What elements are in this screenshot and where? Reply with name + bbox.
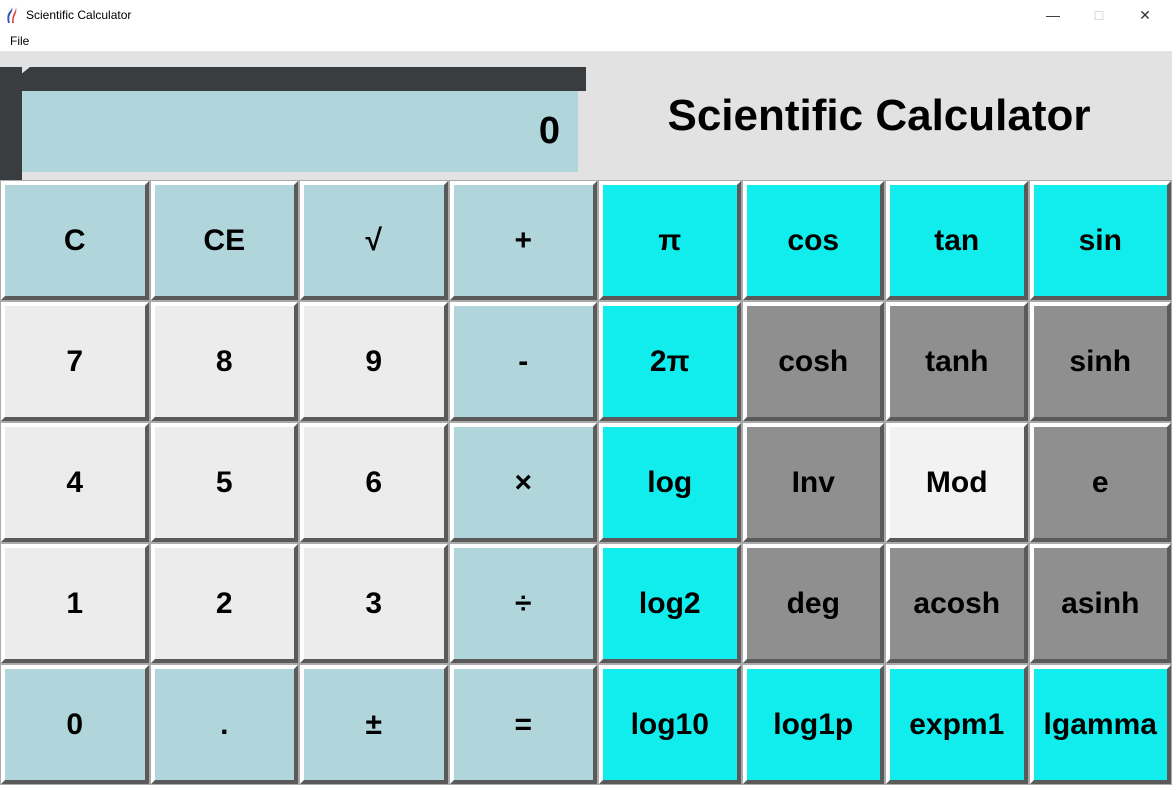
digit-0-button[interactable]: 0	[1, 665, 149, 784]
deg-button[interactable]: deg	[743, 544, 885, 663]
tanh-button[interactable]: tanh	[886, 302, 1028, 421]
expm1-button[interactable]: expm1	[886, 665, 1028, 784]
mod-button[interactable]: Mod	[886, 423, 1028, 542]
log-button[interactable]: log	[599, 423, 741, 542]
display-frame: 0	[0, 52, 586, 180]
asinh-button[interactable]: asinh	[1030, 544, 1172, 663]
digit-7-button[interactable]: 7	[1, 302, 149, 421]
two-pi-button[interactable]: 2π	[599, 302, 741, 421]
digit-5-button[interactable]: 5	[151, 423, 299, 542]
log2-button[interactable]: log2	[599, 544, 741, 663]
tan-button[interactable]: tan	[886, 181, 1028, 300]
cos-button[interactable]: cos	[743, 181, 885, 300]
log1p-button[interactable]: log1p	[743, 665, 885, 784]
close-button[interactable]: ✕	[1122, 0, 1168, 30]
digit-8-button[interactable]: 8	[151, 302, 299, 421]
acosh-button[interactable]: acosh	[886, 544, 1028, 663]
clear-button[interactable]: C	[1, 181, 149, 300]
digit-9-button[interactable]: 9	[300, 302, 448, 421]
plus-minus-button[interactable]: ±	[300, 665, 448, 784]
menu-bar: File	[0, 30, 1172, 52]
minus-button[interactable]: -	[450, 302, 598, 421]
app-heading: Scientific Calculator	[586, 52, 1172, 180]
sinh-button[interactable]: sinh	[1030, 302, 1172, 421]
menu-file[interactable]: File	[4, 32, 35, 50]
cosh-button[interactable]: cosh	[743, 302, 885, 421]
inv-button[interactable]: Inv	[743, 423, 885, 542]
digit-3-button[interactable]: 3	[300, 544, 448, 663]
pi-button[interactable]: π	[599, 181, 741, 300]
e-button[interactable]: e	[1030, 423, 1172, 542]
multiply-button[interactable]: ×	[450, 423, 598, 542]
equals-button[interactable]: =	[450, 665, 598, 784]
sqrt-button[interactable]: √	[300, 181, 448, 300]
sin-button[interactable]: sin	[1030, 181, 1172, 300]
minimize-button[interactable]: ―	[1030, 0, 1076, 30]
lgamma-button[interactable]: lgamma	[1030, 665, 1172, 784]
maximize-button[interactable]: □	[1076, 0, 1122, 30]
divide-button[interactable]: ÷	[450, 544, 598, 663]
app-icon	[4, 7, 20, 23]
clear-entry-button[interactable]: CE	[151, 181, 299, 300]
digit-4-button[interactable]: 4	[1, 423, 149, 542]
plus-button[interactable]: +	[450, 181, 598, 300]
digit-1-button[interactable]: 1	[1, 544, 149, 663]
digit-6-button[interactable]: 6	[300, 423, 448, 542]
display-output: 0	[22, 91, 578, 172]
window-title: Scientific Calculator	[26, 8, 131, 22]
log10-button[interactable]: log10	[599, 665, 741, 784]
window-titlebar: Scientific Calculator ― □ ✕	[0, 0, 1172, 30]
digit-2-button[interactable]: 2	[151, 544, 299, 663]
decimal-button[interactable]: .	[151, 665, 299, 784]
